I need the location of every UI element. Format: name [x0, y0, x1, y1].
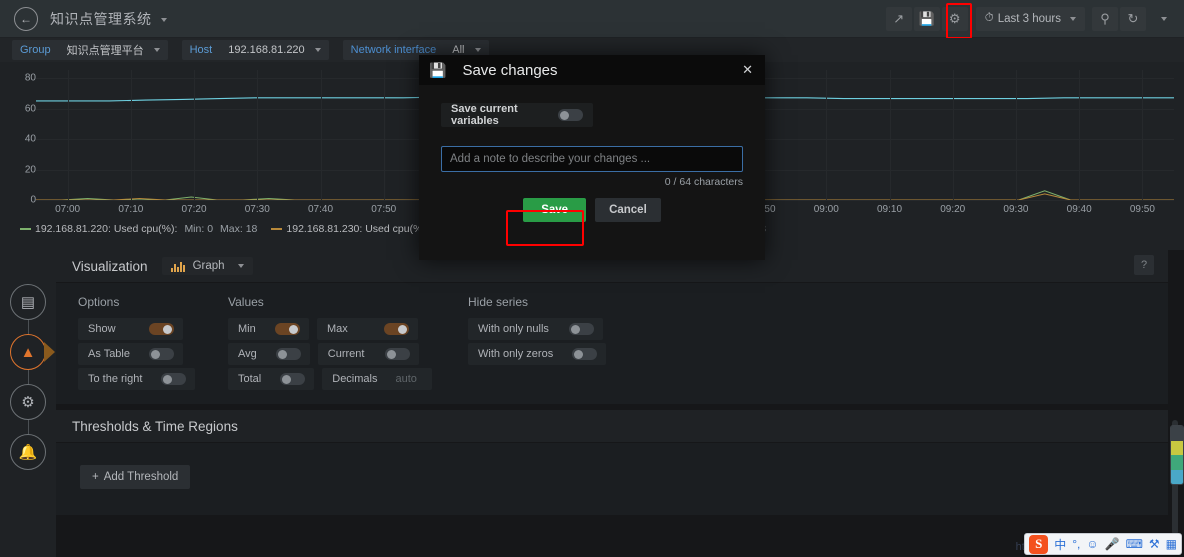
save-current-variables-label: Save current variables — [441, 103, 548, 127]
ime-punctuation-toggle[interactable]: °, — [1072, 537, 1080, 551]
cancel-button[interactable]: Cancel — [595, 198, 661, 222]
keyboard-icon[interactable]: ⌨ — [1126, 537, 1143, 551]
save-disk-icon: 💾 — [429, 61, 447, 78]
save-button[interactable]: Save — [523, 198, 587, 222]
save-current-variables-toggle[interactable] — [558, 109, 583, 121]
dialog-header: 💾 Save changes ✕ — [419, 55, 765, 85]
save-changes-dialog: 💾 Save changes ✕ Save current variables … — [419, 55, 765, 260]
save-current-variables-row: Save current variables — [441, 103, 593, 127]
apps-grid-icon[interactable]: ▦ — [1166, 537, 1177, 551]
dialog-actions: Save Cancel — [441, 198, 743, 222]
dialog-title: Save changes — [462, 61, 558, 79]
close-icon[interactable]: ✕ — [740, 62, 755, 78]
sogou-logo-icon[interactable]: S — [1029, 534, 1049, 554]
smiley-icon[interactable]: ☺ — [1086, 537, 1098, 551]
change-note-input[interactable] — [441, 146, 743, 172]
grafana-dashboard-editor: ← 知识点管理系统 ↗ 💾 ⚙ ⏱ Last 3 hours ⚲ ↻ Group… — [0, 0, 1184, 557]
modal-overlay: 💾 Save changes ✕ Save current variables … — [0, 0, 1184, 557]
dialog-body: Save current variables 0 / 64 characters… — [419, 85, 765, 222]
toolbox-icon[interactable]: ⚒ — [1149, 537, 1160, 551]
ime-toolbar: S 中 °, ☺ 🎤 ⌨ ⚒ ▦ — [1024, 533, 1182, 555]
ime-mode-toggle[interactable]: 中 — [1054, 536, 1066, 553]
save-current-variables-toggle-wrap — [548, 103, 593, 127]
character-counter: 0 / 64 characters — [664, 176, 743, 188]
microphone-icon[interactable]: 🎤 — [1105, 537, 1120, 551]
